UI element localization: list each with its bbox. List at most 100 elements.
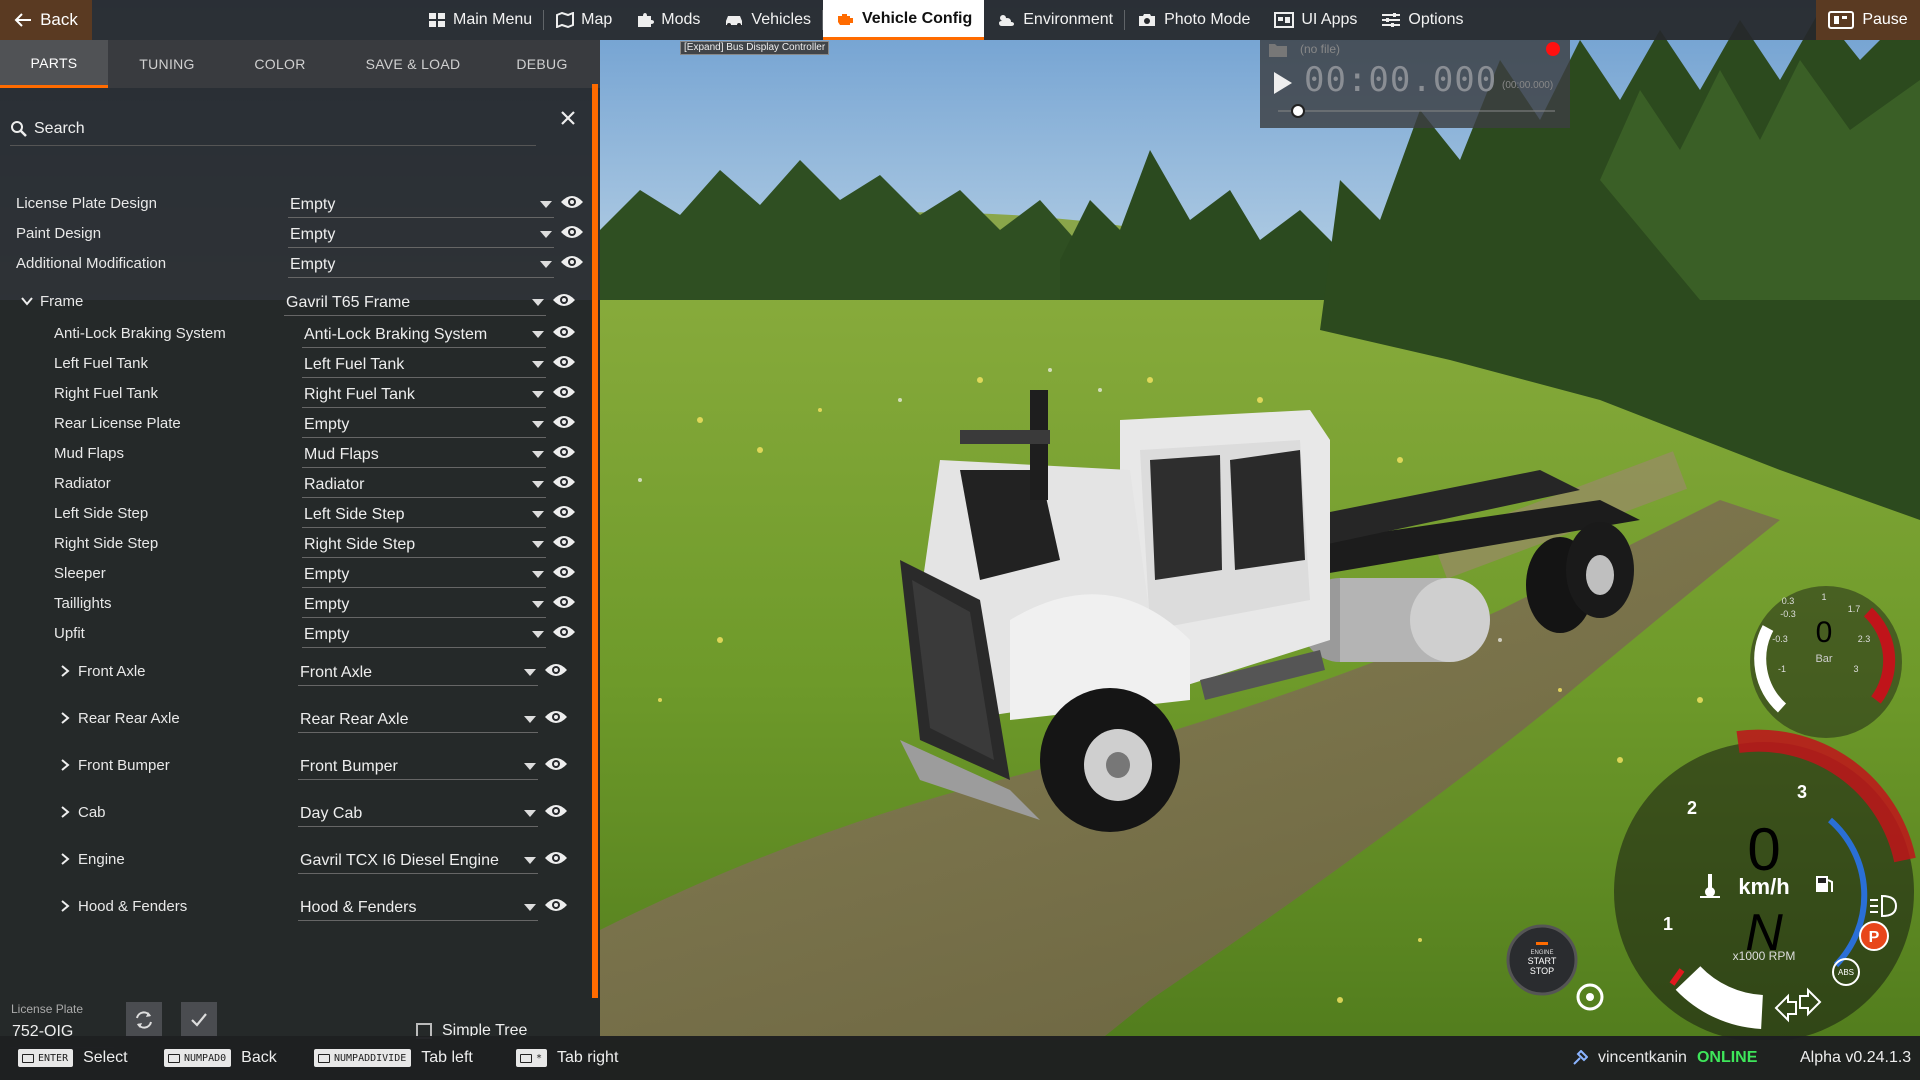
eye-icon[interactable] [552,503,576,521]
tab-save-load[interactable]: SAVE & LOAD [334,40,492,88]
menu-item-vehicles[interactable]: Vehicles [712,0,823,40]
close-icon[interactable] [556,106,580,130]
play-icon[interactable] [1272,70,1294,96]
part-select[interactable]: Gavril T65 Frame [284,291,546,316]
menu-item-environment[interactable]: Environment [984,0,1125,40]
chevron-right-icon[interactable] [58,899,72,913]
hint-select[interactable]: ENTER Select [18,1036,128,1080]
hint-back[interactable]: NUMPAD0 Back [164,1036,277,1080]
part-select[interactable]: Empty [288,193,554,218]
eye-icon[interactable] [552,593,576,611]
bus-display-controller-tooltip[interactable]: [Expand] Bus Display Controller [680,41,830,55]
chevron-down-icon[interactable] [20,294,34,308]
part-select[interactable]: Empty [288,223,554,248]
folder-icon[interactable] [1268,42,1288,58]
user-status[interactable]: vincentkanin ONLINE [1572,1036,1757,1080]
eye-icon[interactable] [552,443,576,461]
eye-icon[interactable] [544,896,568,914]
eye-icon[interactable] [552,413,576,431]
part-select[interactable]: Empty [302,563,546,588]
eye-icon[interactable] [560,223,584,241]
replay-scrubber[interactable] [1270,100,1562,120]
eye-icon[interactable] [560,253,584,271]
panel-scrollbar[interactable] [592,84,598,998]
part-select[interactable]: Empty [302,593,546,618]
part-select[interactable]: Empty [288,253,554,278]
eye-icon[interactable] [552,533,576,551]
eye-icon[interactable] [544,661,568,679]
eye-icon[interactable] [544,802,568,820]
tab-tuning[interactable]: TUNING [108,40,226,88]
eye-icon[interactable] [552,353,576,371]
part-row: Rear License Plate Empty [0,410,590,438]
menu-item-options[interactable]: Options [1369,0,1475,40]
menu-item-ui-apps[interactable]: UI Apps [1262,0,1369,40]
part-label: Mud Flaps [54,445,125,462]
chevron-right-icon[interactable] [58,711,72,725]
eye-icon[interactable] [560,193,584,211]
search-input[interactable]: Search [10,112,536,146]
eye-icon[interactable] [552,291,576,309]
chevron-right-icon[interactable] [58,852,72,866]
pause-button[interactable]: Pause [1816,0,1920,40]
menu-item-photo-mode[interactable]: Photo Mode [1125,0,1262,40]
randomize-plate-button[interactable] [126,1002,162,1038]
part-value: Right Fuel Tank [304,386,415,403]
menu-item-vehicle-config[interactable]: Vehicle Config [823,0,985,40]
back-button[interactable]: Back [0,0,92,40]
chevron-down-icon [540,261,552,268]
chevron-right-icon[interactable] [58,758,72,772]
part-select[interactable]: Hood & Fenders [298,896,538,921]
eye-icon[interactable] [544,849,568,867]
hint-tab-left[interactable]: NUMPADDIVIDE Tab left [314,1036,473,1080]
hint-tab-right[interactable]: * Tab right [516,1036,618,1080]
record-button[interactable] [1546,42,1560,56]
chevron-right-icon[interactable] [58,664,72,678]
keyboard-icon [520,1053,532,1063]
eye-icon[interactable] [552,383,576,401]
part-select[interactable]: Day Cab [298,802,538,827]
part-select[interactable]: Left Fuel Tank [302,353,546,378]
part-select[interactable]: Front Bumper [298,755,538,780]
tab-parts[interactable]: PARTS [0,40,108,88]
apps-icon [1274,12,1295,28]
part-select[interactable]: Gavril TCX I6 Diesel Engine [298,849,538,874]
eye-icon[interactable] [544,708,568,726]
part-select[interactable]: Right Side Step [302,533,546,558]
camera-icon [1139,14,1156,26]
part-select[interactable]: Rear Rear Axle [298,708,538,733]
keyboard-icon [168,1053,180,1063]
eye-icon[interactable] [552,473,576,491]
menu-item-map[interactable]: Map [544,0,624,40]
tab-debug[interactable]: DEBUG [492,40,592,88]
menu-item-mods[interactable]: Mods [624,0,712,40]
menu-item-main-menu[interactable]: Main Menu [416,0,545,40]
engine-start-stop-button[interactable]: ENGINE START STOP [1506,924,1578,996]
part-select[interactable]: Empty [302,623,546,648]
tab-color[interactable]: COLOR [226,40,334,88]
main-navigation: Main Menu Map Mods Vehicles Vehicle Conf… [416,0,1476,40]
apply-plate-button[interactable] [181,1002,217,1038]
air-tick: 1 [1821,592,1826,602]
hint-label: Tab right [557,1049,619,1066]
chevron-right-icon[interactable] [58,805,72,819]
rpm-tick: 3 [1797,782,1807,802]
part-select[interactable]: Mud Flaps [302,443,546,468]
part-select[interactable]: Left Side Step [302,503,546,528]
eye-icon[interactable] [552,563,576,581]
eye-icon[interactable] [552,623,576,641]
eye-icon[interactable] [552,323,576,341]
part-select[interactable]: Radiator [302,473,546,498]
part-row: Taillights Empty [0,590,590,618]
part-label: Radiator [54,475,111,492]
eye-icon[interactable] [544,755,568,773]
key-badge: * [516,1049,548,1067]
part-row: Right Side Step Right Side Step [0,530,590,558]
part-select[interactable]: Empty [302,413,546,438]
part-label: Engine [78,851,125,868]
part-select[interactable]: Anti-Lock Braking System [302,323,546,348]
part-row: Rear Rear Axle Rear Rear Axle [0,705,590,733]
part-select[interactable]: Front Axle [298,661,538,686]
parking-label: P [1869,929,1880,946]
part-select[interactable]: Right Fuel Tank [302,383,546,408]
